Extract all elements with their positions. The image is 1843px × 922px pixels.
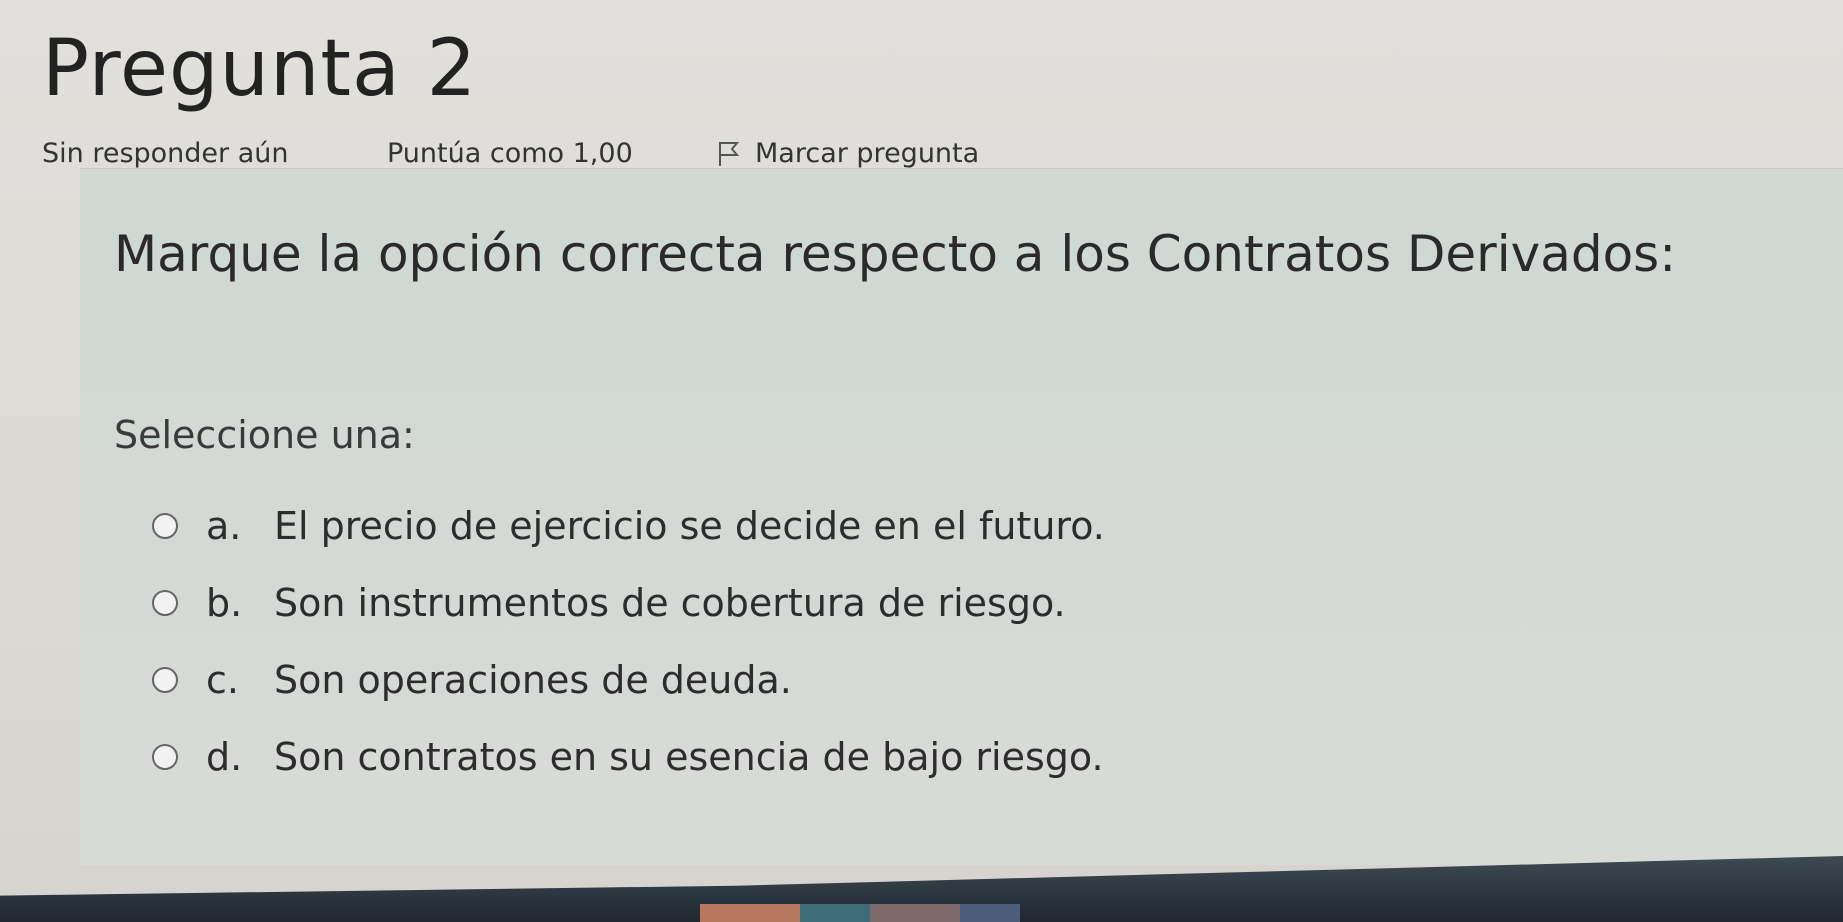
radio-button[interactable]	[152, 666, 178, 693]
taskbar-app[interactable]	[700, 904, 800, 922]
question-score: Puntúa como 1,00	[387, 138, 633, 169]
option-letter: a.	[206, 503, 242, 548]
option-text: Son contratos en su esencia de bajo ries…	[274, 734, 1104, 779]
question-text: Marque la opción correcta respecto a los…	[114, 225, 1677, 283]
flag-icon	[719, 141, 740, 166]
option-letter: d.	[206, 734, 243, 779]
taskbar-app[interactable]	[800, 904, 870, 922]
question-status: Sin responder aún	[42, 138, 289, 169]
answer-option-a[interactable]: a. El precio de ejercicio se decide en e…	[114, 487, 1105, 564]
flag-question-link[interactable]: Marcar pregunta	[715, 138, 979, 169]
option-text: Son instrumentos de cobertura de riesgo.	[274, 580, 1066, 625]
flag-question-label: Marcar pregunta	[755, 138, 980, 169]
radio-button[interactable]	[152, 589, 178, 616]
answer-block: Seleccione una: a. El precio de ejercici…	[114, 413, 1105, 795]
taskbar-app[interactable]	[960, 904, 1020, 922]
answer-options: a. El precio de ejercicio se decide en e…	[114, 487, 1105, 795]
option-text: El precio de ejercicio se decide en el f…	[274, 503, 1105, 548]
question-info: Sin responder aún Puntúa como 1,00 Marca…	[42, 138, 979, 169]
answer-option-d[interactable]: d. Son contratos en su esencia de bajo r…	[114, 718, 1105, 795]
taskbar-app[interactable]	[870, 904, 960, 922]
answer-option-c[interactable]: c. Son operaciones de deuda.	[114, 641, 1105, 718]
taskbar	[700, 904, 1100, 922]
quiz-page: Pregunta 2 Sin responder aún Puntúa como…	[0, 0, 1843, 922]
question-title: Pregunta 2	[42, 24, 478, 114]
answer-prompt: Seleccione una:	[114, 413, 415, 457]
option-text: Son operaciones de deuda.	[274, 657, 792, 702]
answer-option-b[interactable]: b. Son instrumentos de cobertura de ries…	[114, 564, 1105, 641]
radio-button[interactable]	[152, 512, 178, 539]
question-content: Marque la opción correcta respecto a los…	[80, 168, 1843, 865]
option-letter: c.	[206, 657, 239, 702]
radio-button[interactable]	[152, 743, 178, 770]
option-letter: b.	[206, 580, 243, 625]
question-header: Pregunta 2	[42, 30, 477, 108]
